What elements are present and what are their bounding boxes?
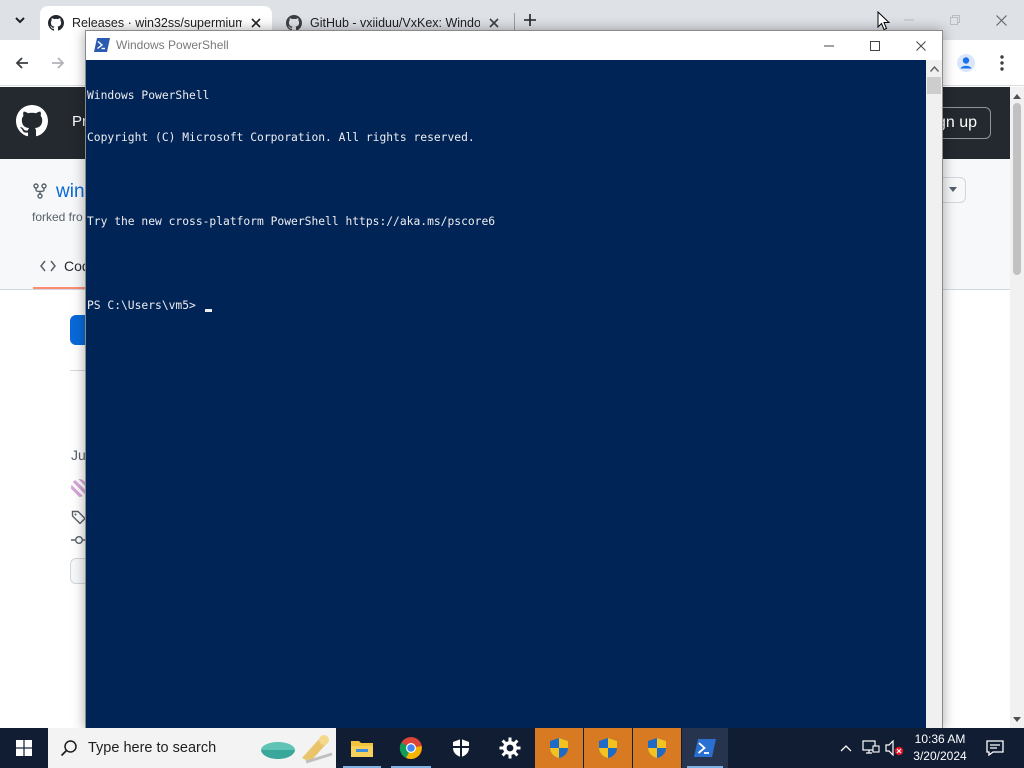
- window-title: Windows PowerShell: [116, 38, 229, 52]
- browser-menu-button[interactable]: [988, 49, 1016, 77]
- scrollbar-thumb[interactable]: [1013, 103, 1021, 275]
- powershell-icon: [694, 739, 716, 757]
- forked-from-text: forked fro: [32, 210, 83, 224]
- search-icon: [60, 740, 77, 757]
- scrollbar-thumb[interactable]: [927, 77, 941, 94]
- taskbar-windows-security[interactable]: [436, 728, 486, 768]
- close-tab-icon[interactable]: [486, 15, 502, 31]
- tab-title: Releases · win32ss/supermium: [72, 16, 242, 30]
- console-scrollbar[interactable]: [926, 60, 942, 729]
- github-icon: [48, 15, 64, 31]
- star-dropdown-button[interactable]: [940, 177, 966, 203]
- folder-icon: [351, 741, 373, 757]
- minimize-icon: [904, 19, 914, 21]
- show-hidden-icons-button[interactable]: [836, 728, 856, 768]
- gear-icon: [499, 737, 521, 759]
- taskbar-uac-shield-2[interactable]: [584, 728, 632, 768]
- code-icon: [40, 260, 56, 272]
- taskbar-uac-shield-1[interactable]: [535, 728, 583, 768]
- profile-button[interactable]: [952, 49, 980, 77]
- console-line: Try the new cross-platform PowerShell ht…: [87, 215, 496, 228]
- powershell-icon: [94, 38, 110, 52]
- plus-icon: [524, 14, 536, 26]
- maximize-icon: [870, 40, 880, 51]
- prompt-text: PS C:\Users\vm5>: [87, 299, 203, 312]
- console-output[interactable]: Windows PowerShell Copyright (C) Microso…: [86, 60, 926, 729]
- ps-maximize-button[interactable]: [852, 31, 898, 60]
- windows-logo-icon: [16, 740, 32, 756]
- uac-shield-icon: [648, 738, 666, 758]
- close-tab-icon[interactable]: [248, 15, 264, 31]
- ps-minimize-button[interactable]: [806, 31, 852, 60]
- taskbar-uac-shield-3[interactable]: [633, 728, 681, 768]
- page-scrollbar[interactable]: [1010, 87, 1024, 728]
- release-date: Ju: [71, 447, 86, 463]
- repo-forked-icon: [33, 183, 47, 199]
- new-tab-button[interactable]: [520, 10, 540, 30]
- scroll-down-arrow-icon[interactable]: [1010, 712, 1024, 726]
- volume-tray-button[interactable]: [884, 728, 906, 768]
- powershell-titlebar[interactable]: Windows PowerShell: [86, 31, 942, 60]
- active-tab-indicator: [33, 287, 87, 289]
- taskbar: Type here to search 10:36 AM 3/20/2024: [0, 728, 1024, 768]
- uac-shield-icon: [550, 738, 568, 758]
- search-highlight-icon: [261, 735, 333, 764]
- notification-icon: [986, 740, 1004, 757]
- network-icon: [862, 740, 880, 754]
- taskbar-settings[interactable]: [486, 728, 534, 768]
- ps-close-button[interactable]: [898, 31, 944, 60]
- arrow-right-icon: [52, 57, 65, 69]
- chevron-down-icon: [15, 17, 25, 24]
- restore-icon: [950, 15, 960, 25]
- repo-name-link[interactable]: win: [56, 181, 85, 203]
- uac-shield-icon: [599, 738, 617, 758]
- volume-muted-icon: [885, 740, 904, 756]
- clock[interactable]: 10:36 AM 3/20/2024: [910, 731, 970, 765]
- scroll-up-arrow-icon[interactable]: [1010, 89, 1024, 103]
- more-vertical-icon: [1000, 55, 1004, 71]
- taskbar-chrome[interactable]: [386, 728, 436, 768]
- chevron-up-icon: [840, 745, 852, 752]
- github-logo-icon[interactable]: [16, 105, 48, 137]
- triangle-down-icon: [949, 187, 957, 192]
- back-button[interactable]: [8, 49, 36, 77]
- action-center-button[interactable]: [978, 728, 1012, 768]
- network-tray-button[interactable]: [860, 728, 882, 768]
- clock-date: 3/20/2024: [913, 749, 967, 763]
- desktop: Releases · win32ss/supermium GitHub - vx…: [0, 0, 1024, 768]
- search-placeholder: Type here to search: [88, 740, 217, 756]
- prompt-line[interactable]: PS C:\Users\vm5>: [87, 299, 926, 313]
- start-button[interactable]: [0, 728, 48, 768]
- profile-icon: [957, 54, 975, 72]
- taskbar-file-explorer[interactable]: [338, 728, 386, 768]
- scroll-up-arrow-icon[interactable]: [926, 60, 942, 77]
- text-cursor: [204, 309, 212, 312]
- tab-search-button[interactable]: [8, 8, 32, 32]
- minimize-icon: [824, 45, 834, 46]
- tab-title: GitHub - vxiiduu/VxKex: Windo: [310, 16, 480, 30]
- clock-time: 10:36 AM: [914, 732, 966, 746]
- close-icon: [995, 14, 1007, 26]
- shield-icon: [453, 739, 469, 757]
- taskbar-powershell[interactable]: [682, 728, 728, 768]
- browser-close-button[interactable]: [978, 6, 1024, 34]
- forward-button[interactable]: [44, 49, 72, 77]
- mouse-pointer-icon: [877, 11, 890, 31]
- chrome-icon: [399, 737, 422, 760]
- console-line: Copyright (C) Microsoft Corporation. All…: [87, 131, 475, 144]
- github-icon: [286, 15, 302, 31]
- taskbar-search-box[interactable]: Type here to search: [48, 728, 336, 768]
- powershell-window[interactable]: Windows PowerShell Windows PowerShell Co…: [85, 30, 943, 730]
- close-icon: [916, 40, 926, 51]
- arrow-left-icon: [15, 57, 28, 69]
- console-line: Windows PowerShell: [87, 89, 210, 102]
